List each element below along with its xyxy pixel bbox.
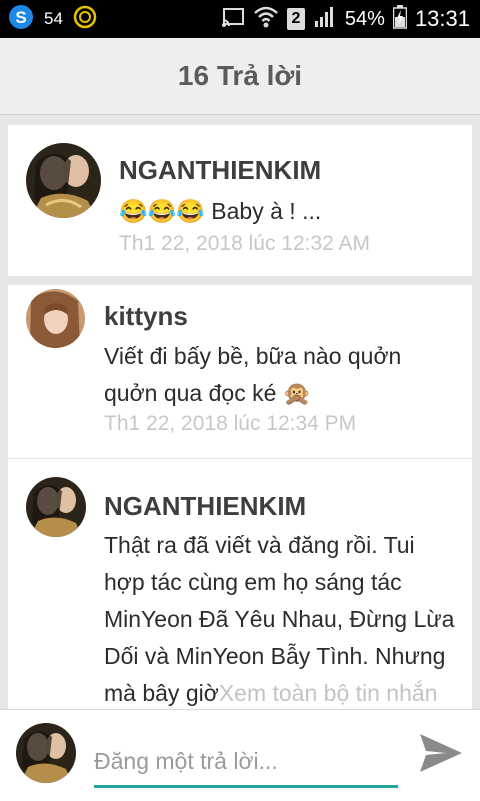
send-icon (420, 734, 462, 772)
signal-icon (313, 5, 337, 34)
comment-message-tail: mà bây giờ (104, 680, 219, 706)
divider (8, 458, 472, 459)
comment-message-line: Viết đi bấy bề, bữa nào quởn (104, 343, 402, 369)
comment-message: Viết đi bấy bề, bữa nào quởn quởn qua đọ… (104, 338, 401, 412)
header: 16 Trả lời (0, 38, 480, 115)
see-full-message-link[interactable]: Xem toàn bộ tin nhắn (219, 680, 438, 706)
circle-app-icon (73, 5, 97, 34)
battery-icon (392, 4, 408, 34)
comment-message-line: quởn qua đọc ké 🙊 (104, 380, 312, 406)
cast-icon (221, 6, 245, 33)
wifi-icon (253, 5, 279, 34)
comment-timestamp: Th1 22, 2018 lúc 12:32 AM (119, 232, 371, 255)
comment-author[interactable]: kittyns (104, 301, 188, 332)
comment-message-line: mà bây giờXem toàn bộ tin nhắn (104, 675, 464, 709)
comment-message-line: Thật ra đã viết và đăng rồi. Tui (104, 532, 415, 558)
send-button[interactable] (416, 730, 466, 776)
svg-text:S: S (15, 8, 26, 27)
sim-label: 2 (291, 10, 301, 27)
battery-percent: 54% (344, 7, 385, 30)
status-bar: S 54 2 54% 13:31 (0, 0, 480, 38)
comment-timestamp: Th1 22, 2018 lúc 12:34 PM (104, 412, 357, 435)
sim-icon: 2 (286, 8, 305, 30)
comment-author[interactable]: NGANTHIENKIM (104, 491, 306, 522)
comment-list[interactable]: NGANTHIENKIM 😂😂😂 Baby à ! ... Th1 22, 20… (0, 115, 480, 709)
clock: 13:31 (414, 6, 470, 31)
comment-card[interactable]: kittyns Viết đi bấy bề, bữa nào quởn quở… (8, 285, 472, 709)
page-title: 16 Trả lời (177, 60, 303, 91)
avatar[interactable] (26, 143, 101, 218)
notification-count: 54 (44, 9, 63, 28)
comment-message-line: Dối và MinYeon Bẫy Tình. Nhưng (104, 643, 446, 669)
avatar[interactable] (26, 477, 86, 537)
comment-message-line: hợp tác cùng em họ sáng tác (104, 569, 402, 595)
comment-author[interactable]: NGANTHIENKIM (119, 155, 321, 186)
comment-card[interactable]: NGANTHIENKIM 😂😂😂 Baby à ! ... Th1 22, 20… (8, 125, 472, 276)
comment-message: Thật ra đã viết và đăng rồi. Tui hợp tác… (104, 527, 464, 709)
avatar[interactable] (26, 289, 85, 348)
reply-input[interactable] (94, 738, 398, 788)
comment-message: 😂😂😂 Baby à ! ... (119, 198, 322, 224)
s-app-icon: S (8, 4, 34, 35)
user-avatar[interactable] (16, 723, 76, 783)
comment-message-line: MinYeon Đã Yêu Nhau, Đừng Lừa (104, 606, 455, 632)
